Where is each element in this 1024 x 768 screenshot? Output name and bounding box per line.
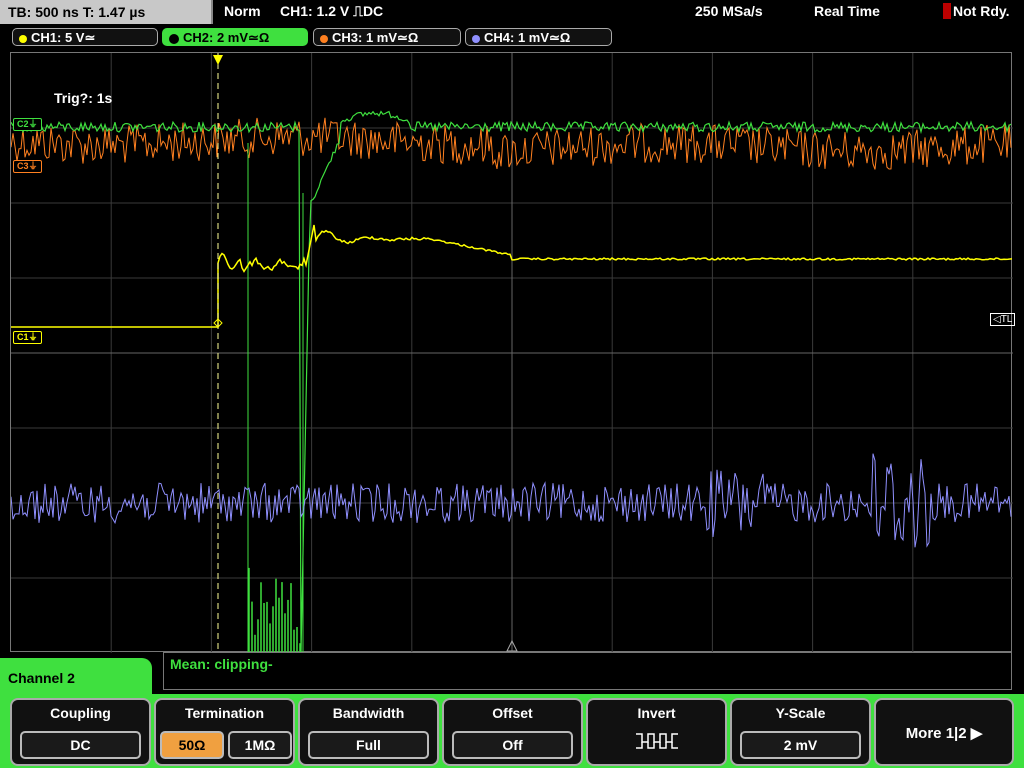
tab-ch3[interactable]: CH3: 1 mV≃Ω: [313, 28, 461, 46]
ch4-dot-icon: [472, 34, 480, 43]
ch2-trace: [11, 110, 1012, 653]
y-scale-softkey[interactable]: Y-Scale 2 mV: [730, 698, 871, 766]
bandwidth-value[interactable]: Full: [308, 731, 429, 759]
trigger-readout[interactable]: CH1: 1.2 V ⎍DC: [280, 3, 383, 20]
ch4-trace: [11, 453, 1012, 548]
termination-1mohm[interactable]: 1MΩ: [228, 731, 292, 759]
tab-ch1-label: CH1: 5 V≃: [31, 30, 96, 45]
ch2-ground-marker[interactable]: C2⏚: [13, 118, 42, 131]
bandwidth-title: Bandwidth: [332, 705, 405, 721]
sample-rate: 250 MSa/s: [695, 3, 763, 19]
tab-ch1[interactable]: CH1: 5 V≃: [12, 28, 158, 46]
ch3-dot-icon: [320, 34, 328, 43]
invert-icon: [636, 733, 678, 749]
invert-title: Invert: [637, 705, 676, 721]
trigger-info: Trig?: 1s: [54, 90, 113, 106]
timebase-readout[interactable]: TB: 500 ns T: 1.47 µs: [0, 0, 213, 24]
ch3-ground-marker[interactable]: C3⏚: [13, 160, 42, 173]
tab-ch4-label: CH4: 1 mV≃Ω: [484, 30, 571, 45]
tab-ch4[interactable]: CH4: 1 mV≃Ω: [465, 28, 612, 46]
y-scale-title: Y-Scale: [775, 705, 826, 721]
coupling-title: Coupling: [50, 705, 111, 721]
trigger-level-marker[interactable]: ◁TL: [990, 313, 1016, 326]
menu-title: Channel 2: [0, 658, 152, 698]
trigger-mode[interactable]: Norm: [224, 3, 261, 19]
coupling-softkey[interactable]: Coupling DC: [10, 698, 151, 766]
termination-50ohm[interactable]: 50Ω: [160, 731, 224, 759]
acquisition-mode: Real Time: [814, 3, 880, 19]
y-scale-value[interactable]: 2 mV: [740, 731, 861, 759]
waveform-canvas: [11, 53, 1013, 653]
termination-softkey[interactable]: Termination 50Ω 1MΩ: [154, 698, 295, 766]
offset-softkey[interactable]: Offset Off: [442, 698, 583, 766]
bandwidth-softkey[interactable]: Bandwidth Full: [298, 698, 439, 766]
offset-value[interactable]: Off: [452, 731, 573, 759]
termination-title: Termination: [184, 705, 265, 721]
channel-tabs: CH1: 5 V≃ CH2: 2 mV≃Ω CH3: 1 mV≃Ω CH4: 1…: [0, 26, 1024, 50]
arrow-right-icon: ▶: [970, 725, 983, 742]
measurement-panel: Mean: clipping-: [163, 652, 1012, 690]
more-text: More 1|2: [905, 725, 967, 742]
waveform-display[interactable]: [10, 52, 1013, 653]
trigger-status: Not Rdy.: [953, 3, 1010, 19]
measurement-readout: Mean: clipping-: [170, 656, 273, 672]
status-indicator: [943, 3, 951, 19]
ch1-ground-marker[interactable]: C1⏚: [13, 331, 42, 344]
more-label: More 1|2 ▶: [876, 724, 1012, 742]
ch2-dot-icon: [169, 33, 179, 44]
tab-ch2-label: CH2: 2 mV≃Ω: [183, 30, 270, 45]
tab-ch3-label: CH3: 1 mV≃Ω: [332, 30, 419, 45]
tab-ch2[interactable]: CH2: 2 mV≃Ω: [162, 28, 308, 46]
coupling-value[interactable]: DC: [20, 731, 141, 759]
ch1-dot-icon: [19, 34, 27, 43]
offset-title: Offset: [492, 705, 533, 721]
trigger-position-icon: [213, 55, 223, 65]
status-bar: TB: 500 ns T: 1.47 µs Norm CH1: 1.2 V ⎍D…: [0, 0, 1024, 25]
more-softkey[interactable]: More 1|2 ▶: [874, 698, 1014, 766]
invert-softkey[interactable]: Invert: [586, 698, 727, 766]
